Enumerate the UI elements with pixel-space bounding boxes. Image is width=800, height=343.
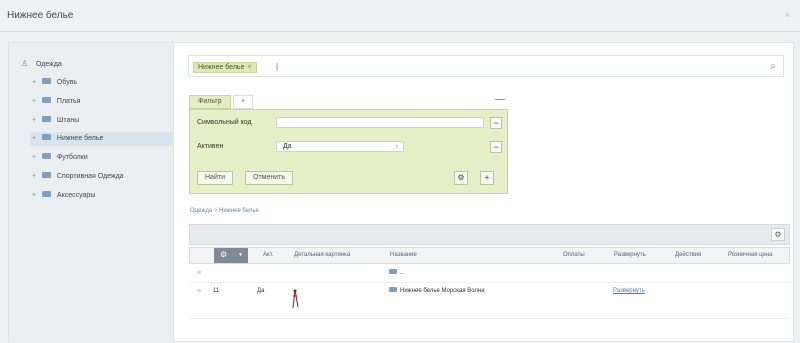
table-row[interactable]: ≡ 11 Да Нижнее белье Морская Волна Разве… [189, 284, 790, 319]
chevron-down-icon: › [395, 143, 398, 150]
table-toolbar: ⚙ [189, 224, 790, 245]
folder-icon [41, 153, 51, 160]
tree-toggle-icon[interactable]: + [30, 170, 38, 184]
tree-item-accessories[interactable]: + Аксессуары [30, 189, 95, 203]
breadcrumb-separator: > [213, 208, 218, 214]
filter-label-code: Символьный код [197, 119, 252, 126]
folder-icon [41, 78, 51, 85]
tree-item-label: Одежда [35, 61, 62, 68]
tree-item-sportswear[interactable]: + Спортивная Одежда [30, 170, 124, 184]
titlebar: Нижнее белье × [0, 0, 800, 32]
tree-root-clothing[interactable]: ♙ Одежда [21, 58, 62, 72]
tree-item-label: Футболки [56, 154, 88, 161]
expand-link[interactable]: Развернуть [613, 288, 645, 294]
row-menu-icon[interactable]: ≡ [197, 270, 201, 277]
tree-toggle-icon[interactable]: + [30, 151, 38, 165]
row-menu-icon[interactable]: ≡ [197, 288, 201, 295]
person-icon: ♙ [21, 58, 29, 68]
minimize-icon[interactable] [495, 99, 505, 102]
column-active[interactable]: Акт. [263, 252, 273, 258]
chevron-down-icon: ▼ [238, 252, 243, 258]
tree-toggle-icon[interactable]: + [30, 189, 38, 203]
search-icon[interactable]: ⌕ [770, 61, 776, 72]
tab-filter[interactable]: Фильтр [189, 95, 231, 109]
column-detail-image[interactable]: Детальная картинка [294, 252, 350, 258]
reset-button[interactable]: Отменить [245, 171, 293, 185]
tree-item-label: Обувь [56, 79, 78, 86]
tree-item-label: Спортивная Одежда [56, 173, 124, 180]
breadcrumb-parent[interactable]: Одежда [190, 208, 212, 214]
breadcrumb-current: Нижнее белье [219, 208, 259, 214]
remove-filter-row-button[interactable]: − [490, 117, 502, 129]
folder-icon [41, 116, 51, 123]
table-header: ⚙ ▼ Акт. Детальная картинка Название Опл… [189, 247, 790, 264]
tree-item-label: Платья [56, 98, 81, 105]
active-select-value: Да [283, 143, 292, 150]
tree-toggle-icon[interactable]: + [30, 114, 38, 128]
row-active: Да [257, 288, 265, 294]
tree-item-dresses[interactable]: + Платья [30, 95, 80, 109]
active-select[interactable]: Да › [276, 141, 404, 152]
add-filter-tab-button[interactable]: + [233, 95, 253, 109]
tree-toggle-icon[interactable]: + [30, 95, 38, 109]
product-thumbnail [292, 289, 299, 309]
filter-panel: Символьный код − Активен Да › − Найти От… [189, 109, 508, 194]
column-expand[interactable]: Развернуть [614, 252, 646, 258]
table-row[interactable]: ≡ .. [189, 266, 790, 283]
row-name[interactable]: Нижнее белье Морская Волна [389, 287, 485, 294]
tree-item-underwear[interactable]: + Нижнее белье [30, 132, 173, 146]
gear-icon[interactable]: ⚙ [771, 228, 785, 241]
tree-item-label: Аксессуары [56, 192, 96, 199]
tree-toggle-icon[interactable]: + [30, 76, 38, 90]
main-panel: ♙ Одежда + Обувь + Платья + Штаны + Нижн… [8, 42, 795, 343]
filter-tag-label: Нижнее белье [198, 64, 245, 71]
column-name[interactable]: Название [390, 252, 417, 258]
tree-item-label: Нижнее белье [56, 135, 104, 142]
folder-icon [389, 269, 397, 274]
sidebar-tree: ♙ Одежда + Обувь + Платья + Штаны + Нижн… [9, 43, 174, 343]
settings-button[interactable]: ⚙ [454, 171, 468, 185]
row-id: 11 [213, 288, 220, 294]
folder-icon [41, 191, 51, 198]
folder-icon [41, 172, 51, 179]
filter-tag[interactable]: Нижнее белье × [193, 62, 257, 73]
find-button[interactable]: Найти [197, 171, 233, 185]
filter-tag-close-icon[interactable]: × [247, 64, 251, 71]
remove-filter-row-button[interactable]: − [490, 141, 502, 153]
folder-icon [41, 134, 51, 141]
tree-item-shoes[interactable]: + Обувь [30, 76, 77, 90]
content-area: Нижнее белье × | ⌕ Фильтр + Символьный ко… [182, 43, 795, 343]
filter-label-active: Активен [197, 143, 224, 150]
tree-toggle-icon[interactable]: + [30, 132, 38, 146]
column-payments[interactable]: Оплаты [563, 252, 585, 258]
symbol-code-input[interactable] [276, 117, 484, 128]
column-settings-dropdown[interactable]: ⚙ ▼ [214, 248, 248, 263]
window: Нижнее белье × ♙ Одежда + Обувь + Платья… [0, 0, 800, 343]
folder-icon [389, 287, 397, 292]
search-box[interactable]: Нижнее белье × | ⌕ [188, 55, 784, 77]
window-title: Нижнее белье [7, 10, 74, 21]
breadcrumb: Одежда > Нижнее белье [190, 208, 259, 214]
column-actions[interactable]: Действия [675, 252, 701, 258]
tree-item-tshirts[interactable]: + Футболки [30, 151, 88, 165]
add-filter-button[interactable]: + [480, 171, 494, 185]
close-icon[interactable]: × [783, 11, 792, 20]
gear-icon: ⚙ [220, 250, 228, 259]
tree-item-label: Штаны [56, 117, 80, 124]
folder-icon [41, 97, 51, 104]
tree-item-pants[interactable]: + Штаны [30, 114, 79, 128]
column-retail-price[interactable]: Розничная цена [728, 252, 772, 258]
row-name[interactable]: .. [389, 269, 403, 276]
input-caret: | [276, 62, 279, 71]
